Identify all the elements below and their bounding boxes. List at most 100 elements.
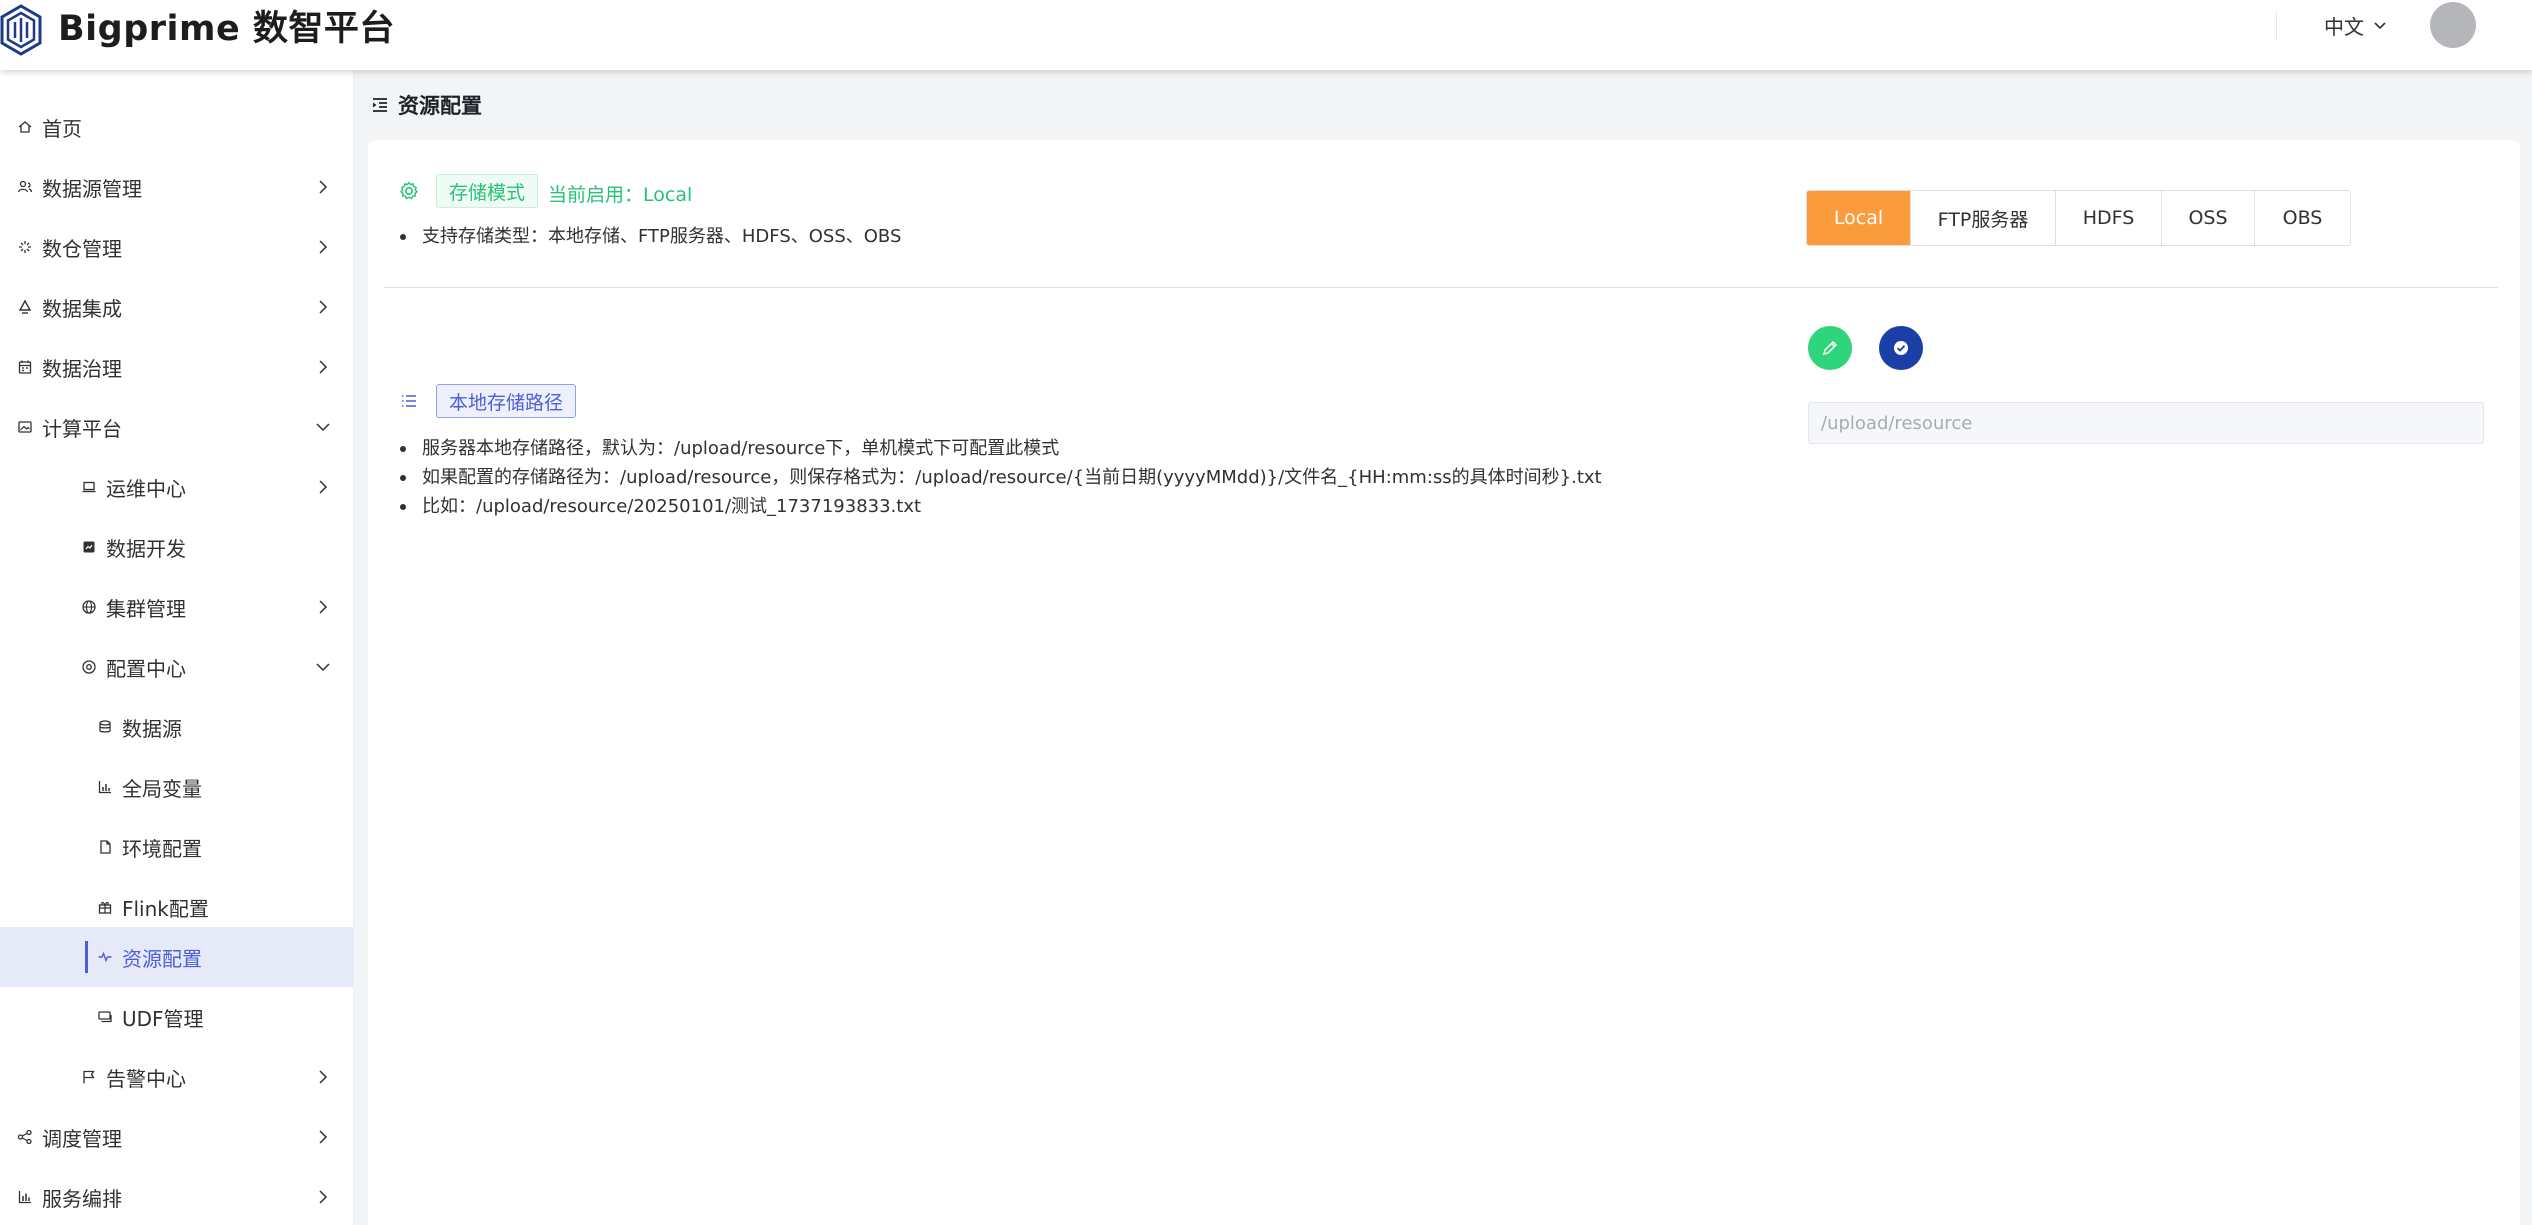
chevron-right-icon <box>319 1130 328 1144</box>
option-oss[interactable]: OSS <box>2162 191 2255 245</box>
sidebar-item-label: Flink配置 <box>122 896 209 921</box>
sidebar-item-home[interactable]: 首页 <box>0 97 354 157</box>
list-item: 如果配置的存储路径为：/upload/resource，则保存格式为：/uplo… <box>398 463 1602 492</box>
local-path-notes: 服务器本地存储路径，默认为：/upload/resource下，单机模式下可配置… <box>398 434 1602 521</box>
storage-types-list: 支持存储类型：本地存储、FTP服务器、HDFS、OSS、OBS <box>398 222 901 251</box>
list-item: 比如：/upload/resource/20250101/测试_17371938… <box>398 492 1602 521</box>
sidebar-item-label: 数据开发 <box>106 536 186 561</box>
bar-chart-icon <box>16 1188 34 1206</box>
list-item: 支持存储类型：本地存储、FTP服务器、HDFS、OSS、OBS <box>398 222 901 251</box>
sidebar-item-label: 调度管理 <box>42 1126 122 1151</box>
breadcrumb: 资源配置 <box>370 90 482 120</box>
sidebar-item-label: 数据源 <box>122 716 182 741</box>
sidebar-item-label: 数据治理 <box>42 356 122 381</box>
sidebar-item-cluster-management[interactable]: 集群管理 <box>0 577 354 637</box>
sidebar-item-compute-platform[interactable]: 计算平台 <box>0 397 354 457</box>
chevron-right-icon <box>319 360 328 374</box>
chevron-right-icon <box>319 600 328 614</box>
section-divider <box>384 287 2498 288</box>
option-obs[interactable]: OBS <box>2255 191 2350 245</box>
option-hdfs[interactable]: HDFS <box>2056 191 2162 245</box>
sidebar-item-config-center[interactable]: 配置中心 <box>0 637 354 697</box>
active-indicator <box>85 941 88 973</box>
chevron-right-icon <box>319 480 328 494</box>
sidebar-item-label: 资源配置 <box>122 946 202 971</box>
image-icon <box>16 418 34 436</box>
sidebar-item-datasource-management[interactable]: 数据源管理 <box>0 157 354 217</box>
chevron-right-icon <box>319 1190 328 1204</box>
share-icon <box>16 1128 34 1146</box>
storage-mode-tag: 存储模式 <box>436 174 539 208</box>
chevron-down-icon <box>316 423 330 432</box>
settings-circle-icon <box>80 658 98 676</box>
chevron-down-icon <box>2374 22 2386 30</box>
sidebar-item-label: UDF管理 <box>122 1006 204 1031</box>
storage-type-selector: Local FTP服务器 HDFS OSS OBS <box>1806 190 2351 246</box>
sidebar-item-label: 计算平台 <box>42 416 122 441</box>
option-ftp[interactable]: FTP服务器 <box>1911 191 2056 245</box>
sidebar-item-alert-center[interactable]: 告警中心 <box>0 1047 354 1107</box>
sidebar-item-udf-management[interactable]: UDF管理 <box>0 987 354 1047</box>
globe-icon <box>80 598 98 616</box>
chevron-right-icon <box>319 300 328 314</box>
local-path-input[interactable] <box>1808 402 2484 444</box>
gear-icon <box>399 181 419 200</box>
option-local[interactable]: Local <box>1807 191 1911 245</box>
sidebar-item-label: 配置中心 <box>106 656 186 681</box>
brand-title: Bigprime 数智平台 <box>58 9 395 49</box>
check-circle-icon <box>1894 341 1908 355</box>
top-header: Bigprime 数智平台 中文 <box>0 0 2532 70</box>
sidebar: 首页 数据源管理 数仓管理 数据集成 数据治理 计算平台 运维中心 数据开发 集… <box>0 70 354 1225</box>
page-title: 资源配置 <box>398 94 482 118</box>
header-divider <box>2276 12 2277 40</box>
sidebar-item-service-orchestration[interactable]: 服务编排 <box>0 1167 354 1225</box>
resource-config-card: 存储模式 当前启用：Local 支持存储类型：本地存储、FTP服务器、HDFS、… <box>368 140 2520 1225</box>
home-icon <box>16 118 34 136</box>
pulse-icon <box>96 948 114 966</box>
sidebar-item-label: 数据源管理 <box>42 176 142 201</box>
file-icon <box>96 838 114 856</box>
chevron-right-icon <box>319 180 328 194</box>
pencil-icon <box>1822 340 1838 356</box>
recycle-icon <box>16 298 34 316</box>
sidebar-item-env-config[interactable]: 环境配置 <box>0 817 354 877</box>
list-item: 服务器本地存储路径，默认为：/upload/resource下，单机模式下可配置… <box>398 434 1602 463</box>
language-switcher[interactable]: 中文 <box>2324 10 2388 40</box>
confirm-button[interactable] <box>1879 326 1923 370</box>
calendar-icon <box>16 358 34 376</box>
sidebar-item-data-integration[interactable]: 数据集成 <box>0 277 354 337</box>
bar-chart-icon <box>96 778 114 796</box>
sidebar-item-ops-center[interactable]: 运维中心 <box>0 457 354 517</box>
sidebar-item-label: 全局变量 <box>122 776 202 801</box>
sidebar-item-resource-config[interactable]: 资源配置 <box>0 927 354 987</box>
flag-icon <box>80 1068 98 1086</box>
sidebar-item-global-variables[interactable]: 全局变量 <box>0 757 354 817</box>
bigprime-logo-icon <box>0 4 42 56</box>
chevron-right-icon <box>319 240 328 254</box>
sidebar-item-label: 首页 <box>42 116 82 141</box>
sidebar-item-datasource[interactable]: 数据源 <box>0 697 354 757</box>
gift-icon <box>96 898 114 916</box>
sidebar-item-scheduling-management[interactable]: 调度管理 <box>0 1107 354 1167</box>
cards-icon <box>96 1008 114 1026</box>
database-icon <box>96 718 114 736</box>
menu-indent-icon <box>373 98 387 112</box>
sparkle-icon <box>16 238 34 256</box>
sidebar-item-warehouse-management[interactable]: 数仓管理 <box>0 217 354 277</box>
local-path-tag: 本地存储路径 <box>436 384 577 418</box>
current-storage-label: 当前启用：Local <box>548 184 693 206</box>
sidebar-item-label: 运维中心 <box>106 476 186 501</box>
edit-button[interactable] <box>1808 326 1852 370</box>
sidebar-item-label: 环境配置 <box>122 836 202 861</box>
laptop-icon <box>80 478 98 496</box>
sidebar-item-data-development[interactable]: 数据开发 <box>0 517 354 577</box>
sidebar-item-label: 集群管理 <box>106 596 186 621</box>
sidebar-item-data-governance[interactable]: 数据治理 <box>0 337 354 397</box>
chevron-down-icon <box>316 663 330 672</box>
sidebar-item-label: 数据集成 <box>42 296 122 321</box>
sidebar-item-label: 数仓管理 <box>42 236 122 261</box>
chart-box-icon <box>80 538 98 556</box>
sidebar-item-label: 服务编排 <box>42 1186 122 1211</box>
language-label: 中文 <box>2324 14 2364 39</box>
user-avatar[interactable] <box>2430 2 2476 48</box>
